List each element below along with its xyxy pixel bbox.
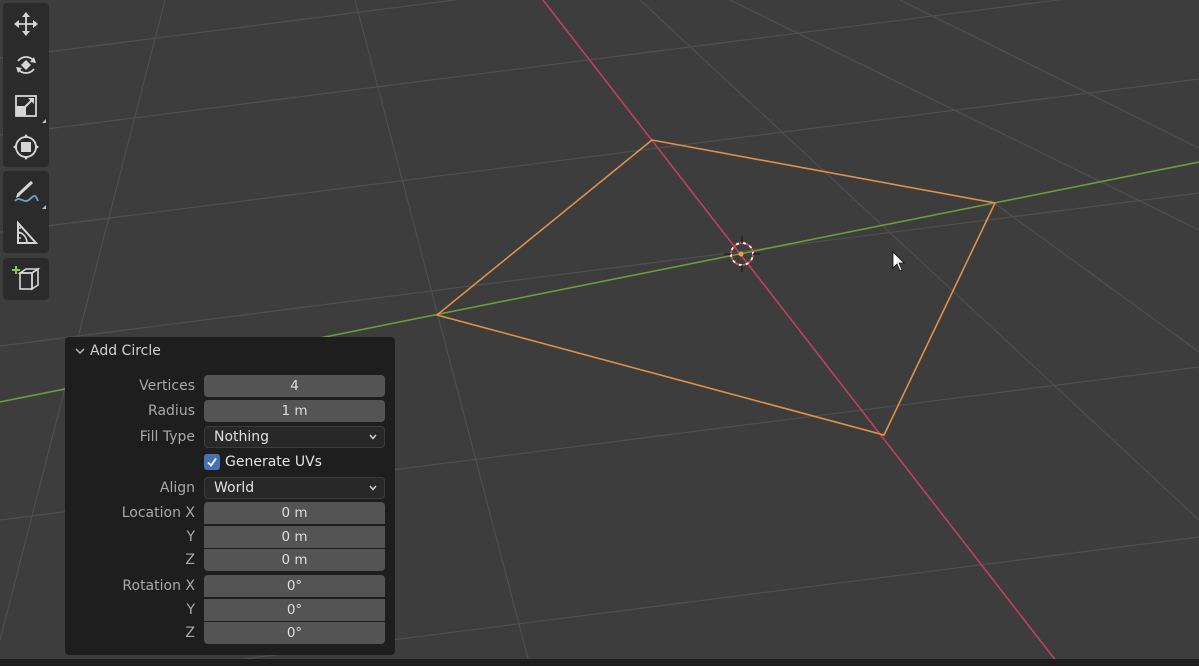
rotation-z-label: Z: [185, 625, 195, 641]
fill-type-dropdown[interactable]: Nothing: [204, 426, 385, 448]
rotation-x-field[interactable]: 0°: [204, 575, 385, 597]
transform-tools-group: [3, 3, 49, 167]
vertices-field[interactable]: 4: [204, 375, 385, 397]
fill-type-value: Nothing: [214, 429, 270, 445]
rotation-z-row: Z 0°: [65, 622, 395, 644]
rotation-z-field[interactable]: 0°: [204, 622, 385, 644]
location-y-label: Y: [186, 529, 195, 545]
panel-title: Add Circle: [90, 343, 161, 359]
align-label: Align: [159, 480, 195, 496]
generate-uvs-checkbox[interactable]: Generate UVs: [204, 451, 322, 473]
chevron-down-icon: [369, 485, 377, 491]
radius-row: Radius 1 m: [65, 400, 395, 422]
add-circle-panel: Add Circle Vertices 4 Radius 1 m Fill Ty…: [65, 337, 395, 655]
checkbox-checked-icon[interactable]: [204, 454, 220, 470]
status-bar: [0, 659, 1199, 666]
location-z-label: Z: [185, 552, 195, 568]
annotate-tools-group: [3, 171, 49, 253]
rotation-y-row: Y 0°: [65, 599, 395, 621]
add-tools-group: [3, 258, 49, 300]
fill-type-row: Fill Type Nothing: [65, 426, 395, 448]
annotate-tool-button[interactable]: [3, 171, 49, 212]
circle-mesh[interactable]: [435, 139, 997, 436]
add-cube-icon: [12, 265, 41, 290]
vertices-row: Vertices 4: [65, 375, 395, 397]
rotation-y-label: Y: [186, 602, 195, 618]
transform-icon: [13, 133, 39, 160]
align-row: Align World: [65, 477, 395, 499]
generate-uvs-row: Generate UVs: [65, 451, 395, 473]
location-x-field[interactable]: 0 m: [204, 502, 385, 524]
measure-tool-button[interactable]: [3, 212, 49, 253]
x-axis-line: [542, 0, 1061, 666]
move-icon: [14, 11, 38, 36]
rotate-tool-button[interactable]: [3, 44, 49, 85]
location-z-field[interactable]: 0 m: [204, 549, 385, 571]
scale-tool-button[interactable]: [3, 85, 49, 126]
mouse-pointer-icon: [892, 251, 905, 272]
location-x-row: Location X 0 m: [65, 502, 395, 524]
location-x-label: Location X: [121, 505, 195, 521]
location-y-field[interactable]: 0 m: [204, 526, 385, 548]
rotate-icon: [16, 55, 36, 74]
rotation-x-label: Rotation X: [122, 578, 195, 594]
transform-tool-button[interactable]: [3, 126, 49, 167]
chevron-down-icon: [369, 434, 377, 440]
chevron-down-icon[interactable]: [73, 344, 87, 358]
align-value: World: [214, 480, 255, 496]
add-cube-tool-button[interactable]: [3, 258, 49, 299]
location-z-row: Z 0 m: [65, 549, 395, 571]
rotation-x-row: Rotation X 0°: [65, 575, 395, 597]
move-tool-button[interactable]: [3, 3, 49, 44]
vertices-label: Vertices: [139, 378, 195, 394]
align-dropdown[interactable]: World: [204, 477, 385, 499]
measure-icon: [17, 219, 39, 244]
origin-point: [738, 251, 744, 257]
radius-field[interactable]: 1 m: [204, 400, 385, 422]
annotate-icon: [14, 180, 39, 202]
rotation-y-field[interactable]: 0°: [204, 599, 385, 621]
panel-header[interactable]: Add Circle: [65, 337, 395, 365]
location-y-row: Y 0 m: [65, 526, 395, 548]
radius-label: Radius: [148, 403, 195, 419]
fill-type-label: Fill Type: [139, 429, 195, 445]
scale-icon: [15, 94, 37, 117]
generate-uvs-label: Generate UVs: [225, 454, 322, 470]
